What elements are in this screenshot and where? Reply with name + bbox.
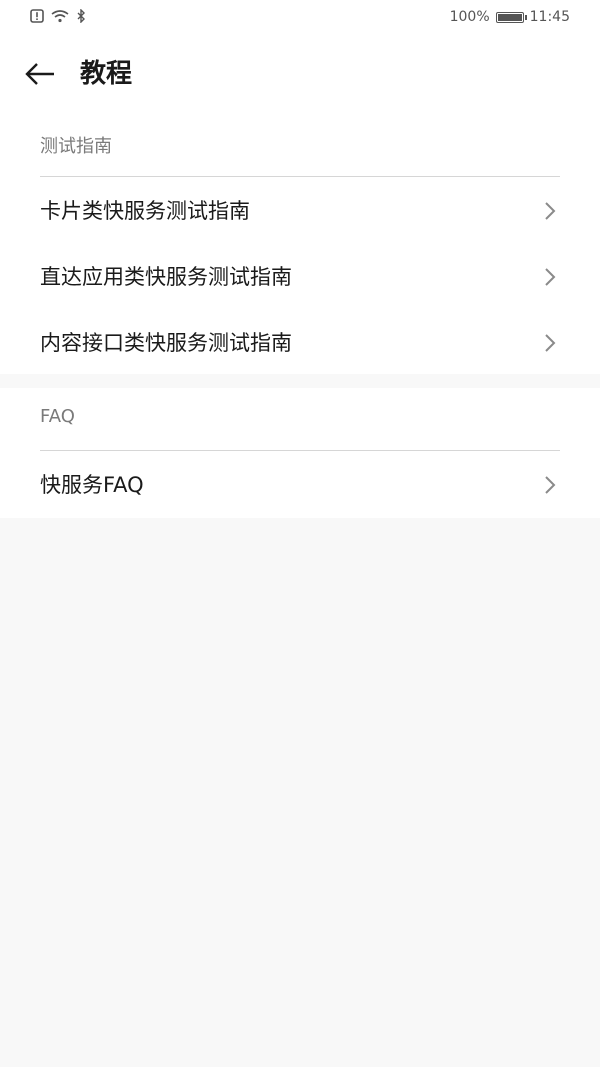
chevron-right-icon [545,334,556,352]
chevron-right-icon [545,476,556,494]
chevron-right-icon [545,268,556,286]
status-icons-right: 100% 11:45 [450,8,570,26]
battery-level-fill [497,13,522,21]
battery-icon [495,11,527,23]
section-divider [40,450,560,451]
section-divider [40,176,560,177]
back-arrow-icon [25,63,54,85]
list-item-label: 卡片类快服务测试指南 [40,199,250,223]
chevron-right-icon [545,202,556,220]
list-item-content-api-guide[interactable]: 内容接口类快服务测试指南 [0,310,600,376]
status-bar: 100% 11:45 [0,0,600,34]
app-bar: 教程 [0,34,600,114]
battery-percent: 100% [449,9,490,25]
status-icons-left [30,7,86,27]
section-heading-test-guide: 测试指南 [40,136,112,157]
back-button[interactable] [20,54,60,94]
wifi-icon [50,8,70,27]
list-item-label: 快服务FAQ [40,473,144,497]
list-item-label: 直达应用类快服务测试指南 [40,265,292,289]
clock: 11:45 [529,9,570,25]
list-item-label: 内容接口类快服务测试指南 [40,331,292,355]
list-item-direct-app-guide[interactable]: 直达应用类快服务测试指南 [0,244,600,310]
bluetooth-icon [76,7,86,27]
list-item-card-guide[interactable]: 卡片类快服务测试指南 [0,178,600,244]
section-heading-faq: FAQ [40,406,75,427]
page-title: 教程 [80,59,133,89]
list-item-faq[interactable]: 快服务FAQ [0,452,600,518]
faq-section: FAQ 快服务FAQ [0,388,600,518]
test-guide-section: 测试指南 卡片类快服务测试指南 直达应用类快服务测试指南 内容接口类快服务测试指… [0,114,600,374]
alert-icon [30,8,44,27]
